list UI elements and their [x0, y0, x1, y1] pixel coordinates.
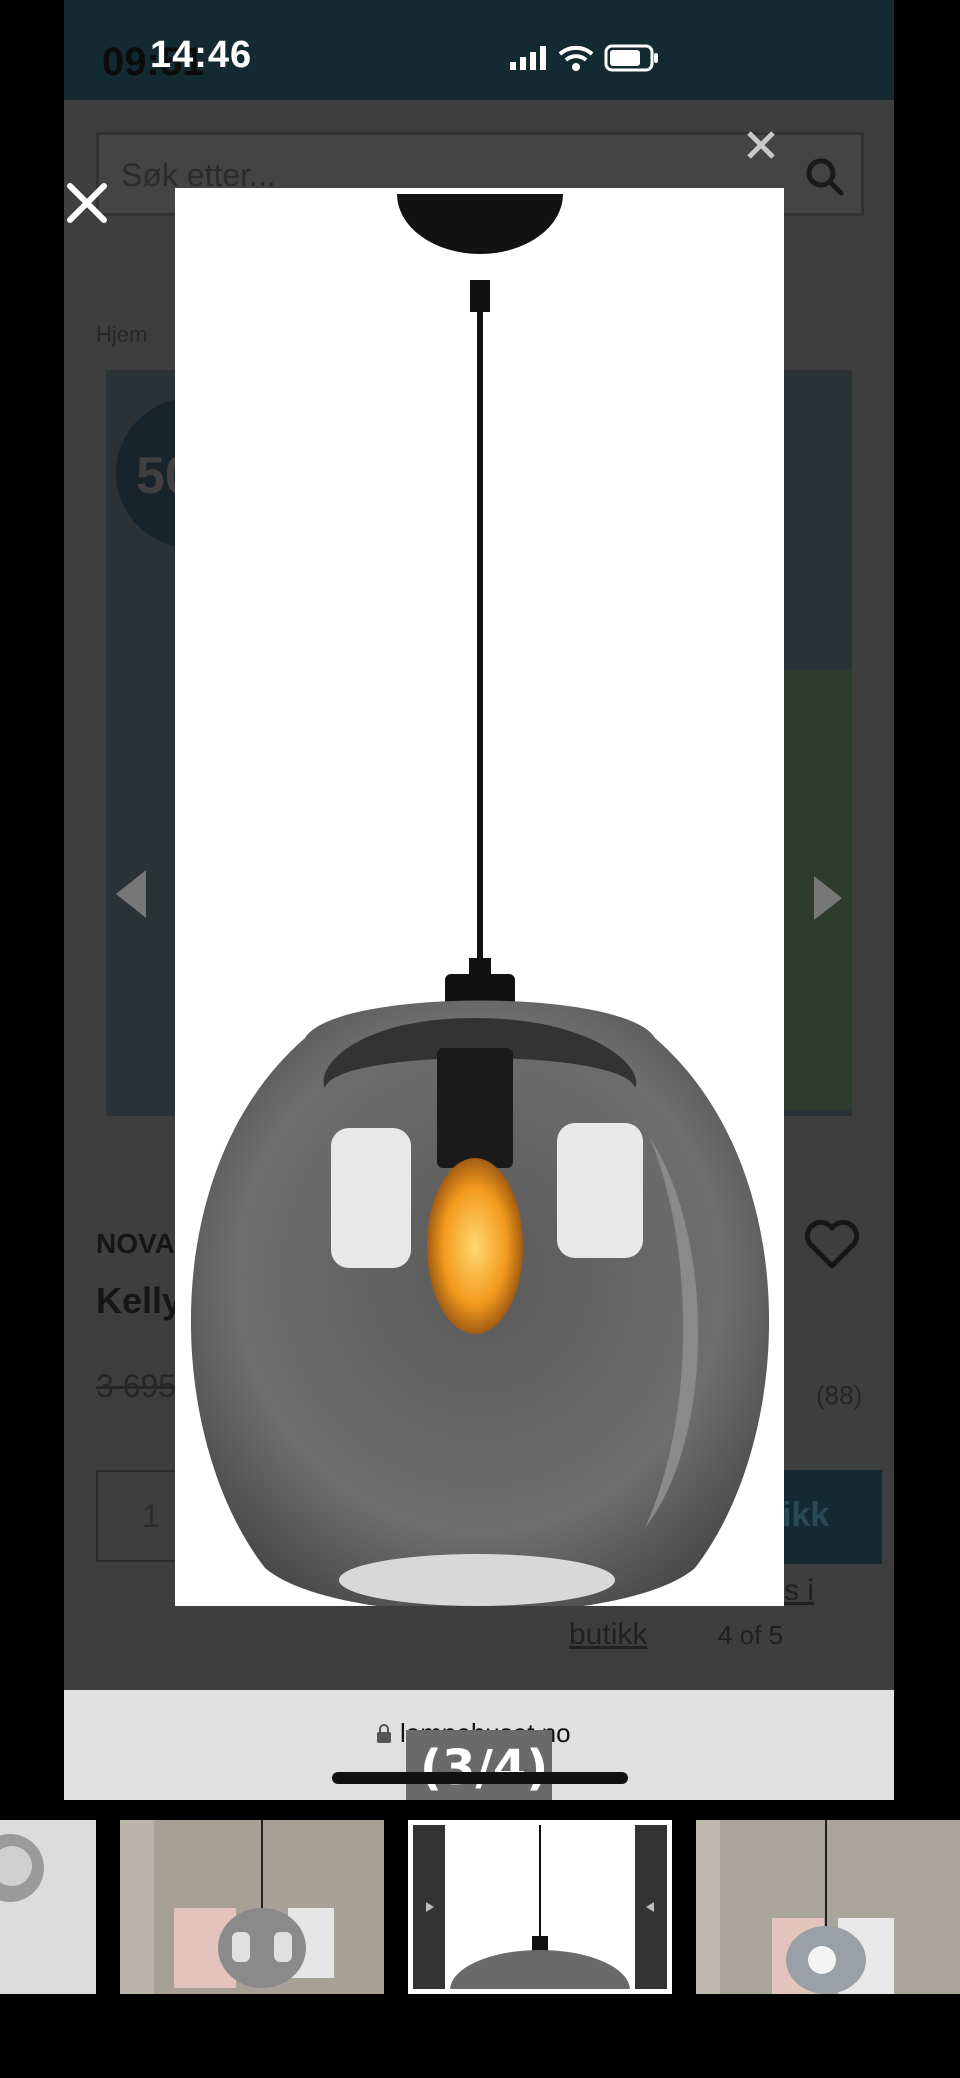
old-price: 3 695 — [96, 1368, 177, 1404]
product-title: Kelly — [96, 1280, 183, 1321]
battery-icon — [604, 44, 658, 72]
product-brand: NOVA — [96, 1228, 175, 1259]
thumbnail-strip — [0, 1818, 960, 1994]
signal-icon — [510, 46, 546, 70]
room-lit-thumb — [696, 1820, 960, 1994]
next-image-icon[interactable] — [814, 876, 842, 920]
enlarged-product-image[interactable] — [175, 188, 784, 1606]
lamp-closeup-thumb — [0, 1834, 44, 1902]
thumbnail-3-selected[interactable] — [408, 1820, 672, 1994]
store-availability-link-line2[interactable]: butikk — [569, 1618, 647, 1652]
current-thumb — [413, 1825, 667, 1994]
heart-icon[interactable] — [804, 1220, 860, 1270]
page-counter-text: (3/4) — [420, 1740, 549, 1796]
room-thumb — [120, 1820, 384, 1994]
prev-image-icon[interactable] — [116, 870, 146, 918]
wifi-icon — [558, 45, 594, 71]
close-icon-inner[interactable] — [746, 130, 776, 160]
status-time: 14:46 — [150, 34, 253, 76]
thumbnail-4[interactable] — [696, 1820, 960, 1994]
page-counter-badge: (3/4) — [406, 1730, 552, 1800]
lock-icon — [377, 1723, 391, 1743]
home-indicator[interactable] — [332, 1772, 628, 1784]
thumbnail-1[interactable] — [0, 1820, 96, 1994]
quantity-value: 1 — [142, 1498, 160, 1534]
status-icons — [510, 44, 660, 72]
reviews-count[interactable]: (88) — [816, 1380, 862, 1411]
close-icon[interactable] — [62, 178, 112, 228]
buy-button-label: ikk — [782, 1496, 830, 1534]
thumbnail-2[interactable] — [120, 1820, 384, 1994]
search-icon — [806, 158, 844, 196]
image-counter: 4 of 5 — [718, 1620, 784, 1650]
pendant-lamp-image — [190, 194, 770, 1606]
breadcrumb[interactable]: Hjem — [96, 322, 147, 348]
store-availability-link[interactable]: s i — [784, 1574, 814, 1608]
